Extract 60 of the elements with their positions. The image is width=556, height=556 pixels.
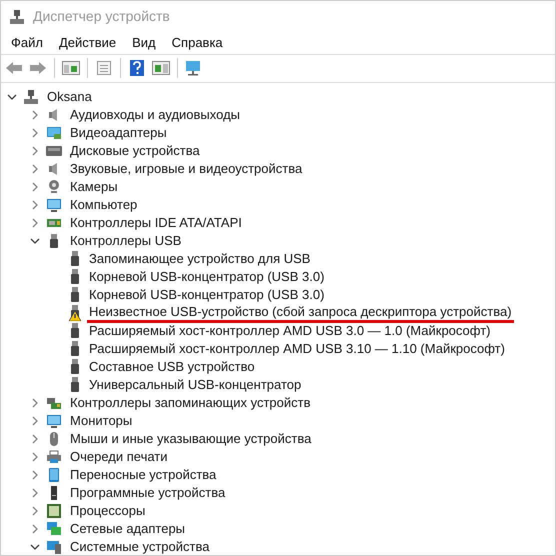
tree-item[interactable]: Камеры [68, 178, 120, 195]
tree-item[interactable]: Аудиовходы и аудиовыходы [68, 106, 242, 123]
chevron-right-icon[interactable] [30, 200, 40, 210]
printer-icon [46, 448, 62, 464]
tree-item[interactable]: Контроллеры запоминающих устройств [68, 394, 312, 411]
chevron-right-icon[interactable] [30, 470, 40, 480]
window-title: Диспетчер устройств [33, 7, 170, 26]
computer-icon [46, 538, 62, 554]
app-icon [9, 8, 25, 25]
chevron-right-icon[interactable] [30, 524, 40, 534]
tree-item[interactable]: Видеоадаптеры [68, 124, 169, 141]
tree-item[interactable]: Расширяемый хост-контроллер AMD USB 3.10 — 1.10 (Майкрософт) [87, 340, 507, 357]
chevron-right-icon[interactable] [30, 452, 40, 462]
chevron-right-icon[interactable] [30, 434, 40, 444]
tree-item[interactable]: Компьютер [68, 196, 140, 213]
chevron-right-icon[interactable] [30, 110, 40, 120]
chevron-right-icon[interactable] [30, 398, 40, 408]
computer-icon [23, 88, 39, 104]
tree-item[interactable]: Запоминающее устройство для USB [87, 250, 312, 267]
network-icon [46, 520, 62, 536]
tree-item[interactable]: Неизвестное USB-устройство (сбой запроса дескриптора устройства) [87, 302, 514, 322]
tree-item[interactable]: Программные устройства [68, 484, 228, 501]
chevron-down-icon[interactable] [30, 236, 40, 246]
menu-item[interactable]: Справка [166, 33, 229, 53]
tree-item[interactable]: Расширяемый хост-контроллер AMD USB 3.0 — 1.0 (Майкрософт) [87, 322, 492, 339]
chevron-right-icon[interactable] [30, 488, 40, 498]
tree-item[interactable]: Контроллеры IDE ATA/ATAPI [68, 214, 244, 231]
chevron-right-icon[interactable] [30, 146, 40, 156]
tree-item[interactable]: Звуковые, игровые и видеоустройства [68, 160, 304, 177]
chip-icon [46, 502, 62, 518]
chevron-right-icon[interactable] [30, 164, 40, 174]
chevron-right-icon[interactable] [30, 506, 40, 516]
tree-item[interactable]: Корневой USB-концентратор (USB 3.0) [87, 268, 326, 285]
tree-item[interactable]: Мыши и иные указывающие устройства [68, 430, 314, 447]
display-icon [46, 124, 62, 140]
tree-item[interactable]: Oksana [45, 88, 94, 105]
chevron-right-icon[interactable] [30, 128, 40, 138]
tree-item[interactable]: Переносные устройства [68, 466, 218, 483]
chevron-right-icon[interactable] [30, 416, 40, 426]
monitor-icon [46, 412, 62, 428]
chevron-down-icon[interactable] [30, 542, 40, 552]
tablet-icon [46, 466, 62, 482]
tree-item[interactable]: Универсальный USB-концентратор [87, 376, 304, 393]
tree-item[interactable]: Системные устройства [68, 538, 212, 555]
webcam-icon [46, 178, 62, 194]
tree-item[interactable]: Очереди печати [68, 448, 170, 465]
menu-item[interactable]: Действие [52, 33, 122, 53]
chevron-right-icon[interactable] [30, 182, 40, 192]
tree-item[interactable]: Сетевые адаптеры [68, 520, 188, 537]
tree-item[interactable]: Дисковые устройства [68, 142, 202, 159]
chevron-right-icon[interactable] [30, 218, 40, 228]
monitor-icon [46, 196, 62, 212]
menu-item[interactable]: Файл [5, 33, 49, 53]
chevron-down-icon[interactable] [7, 92, 17, 102]
tree-item[interactable]: Корневой USB-концентратор (USB 3.0) [87, 286, 326, 303]
tree-item[interactable]: Контроллеры USB [68, 232, 184, 249]
tree-item[interactable]: Составное USB устройство [87, 358, 257, 375]
tree-item[interactable]: Процессоры [68, 502, 148, 519]
menu-item[interactable]: Вид [126, 33, 162, 53]
tree-item[interactable]: Мониторы [68, 412, 134, 429]
